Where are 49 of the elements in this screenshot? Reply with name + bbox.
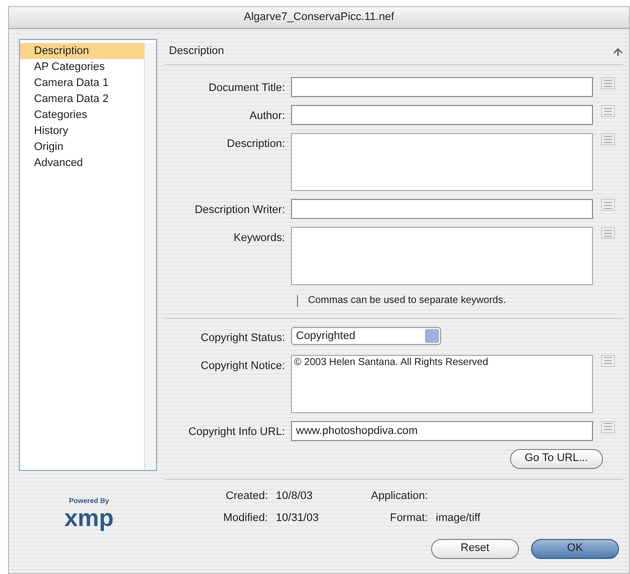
category-item[interactable]: Camera Data 1: [20, 75, 144, 91]
category-item[interactable]: Advanced: [20, 155, 144, 171]
arrow-icon[interactable]: [613, 46, 623, 56]
field-label: Copyright Status:: [200, 331, 285, 346]
field-label: Copyright Info URL:: [188, 424, 285, 440]
field-label: Document Title:: [208, 81, 285, 96]
info-value: 10/31/03: [276, 511, 320, 526]
field-label: Copyright Notice:: [200, 358, 285, 374]
category-item[interactable]: Description: [20, 43, 144, 59]
category-item[interactable]: Origin: [20, 139, 144, 155]
info-label: Format:: [388, 511, 428, 526]
go-to-url-button[interactable]: Go To URL...: [510, 448, 603, 468]
info-label: Application:: [371, 488, 428, 504]
menu-icon[interactable]: [601, 133, 615, 145]
hint-text: Commas can be used to separate keywords.: [308, 294, 506, 308]
scroll-bar[interactable]: [144, 43, 156, 470]
field-label: Author:: [250, 109, 285, 124]
info-value: image/tiff: [436, 511, 480, 526]
menu-icon[interactable]: [601, 227, 615, 239]
category-item[interactable]: Camera Data 2: [20, 91, 144, 107]
menu-icon[interactable]: [601, 354, 615, 366]
text-area[interactable]: [291, 227, 593, 285]
input-field[interactable]: [291, 77, 593, 97]
text-area[interactable]: © 2003 Helen Santana. All Rights Reserved: [291, 354, 593, 412]
stepper-icon: [425, 329, 439, 343]
field-label: Description:: [226, 137, 285, 152]
status-dropdown[interactable]: Copyrighted: [291, 327, 441, 345]
info-mark: [297, 294, 298, 306]
input-field[interactable]: www.photoshopdiva.com: [291, 420, 593, 440]
field-label: Description Writer:: [194, 203, 285, 218]
category-item[interactable]: AP Categories: [20, 59, 144, 75]
window-title: Algarve7_ConservaPicc.11.nef: [244, 10, 394, 26]
input-field[interactable]: [291, 105, 593, 125]
info-value: 10/8/03: [276, 488, 314, 504]
info-label: Created:: [224, 488, 268, 504]
menu-icon[interactable]: [601, 420, 615, 432]
xmp-logo: xmp: [64, 508, 114, 530]
menu-icon[interactable]: [601, 105, 615, 117]
input-field[interactable]: [291, 199, 593, 219]
ok-button[interactable]: OK: [531, 538, 619, 558]
category-item[interactable]: Categories: [20, 107, 144, 123]
menu-icon[interactable]: [601, 77, 615, 89]
category-item[interactable]: History: [20, 123, 144, 139]
section-title: Description: [169, 44, 224, 60]
menu-icon[interactable]: [601, 199, 615, 211]
text-area[interactable]: [291, 133, 593, 191]
info-label: Modified:: [222, 511, 268, 526]
reset-button[interactable]: Reset: [431, 538, 519, 558]
field-label: Keywords:: [234, 231, 285, 246]
